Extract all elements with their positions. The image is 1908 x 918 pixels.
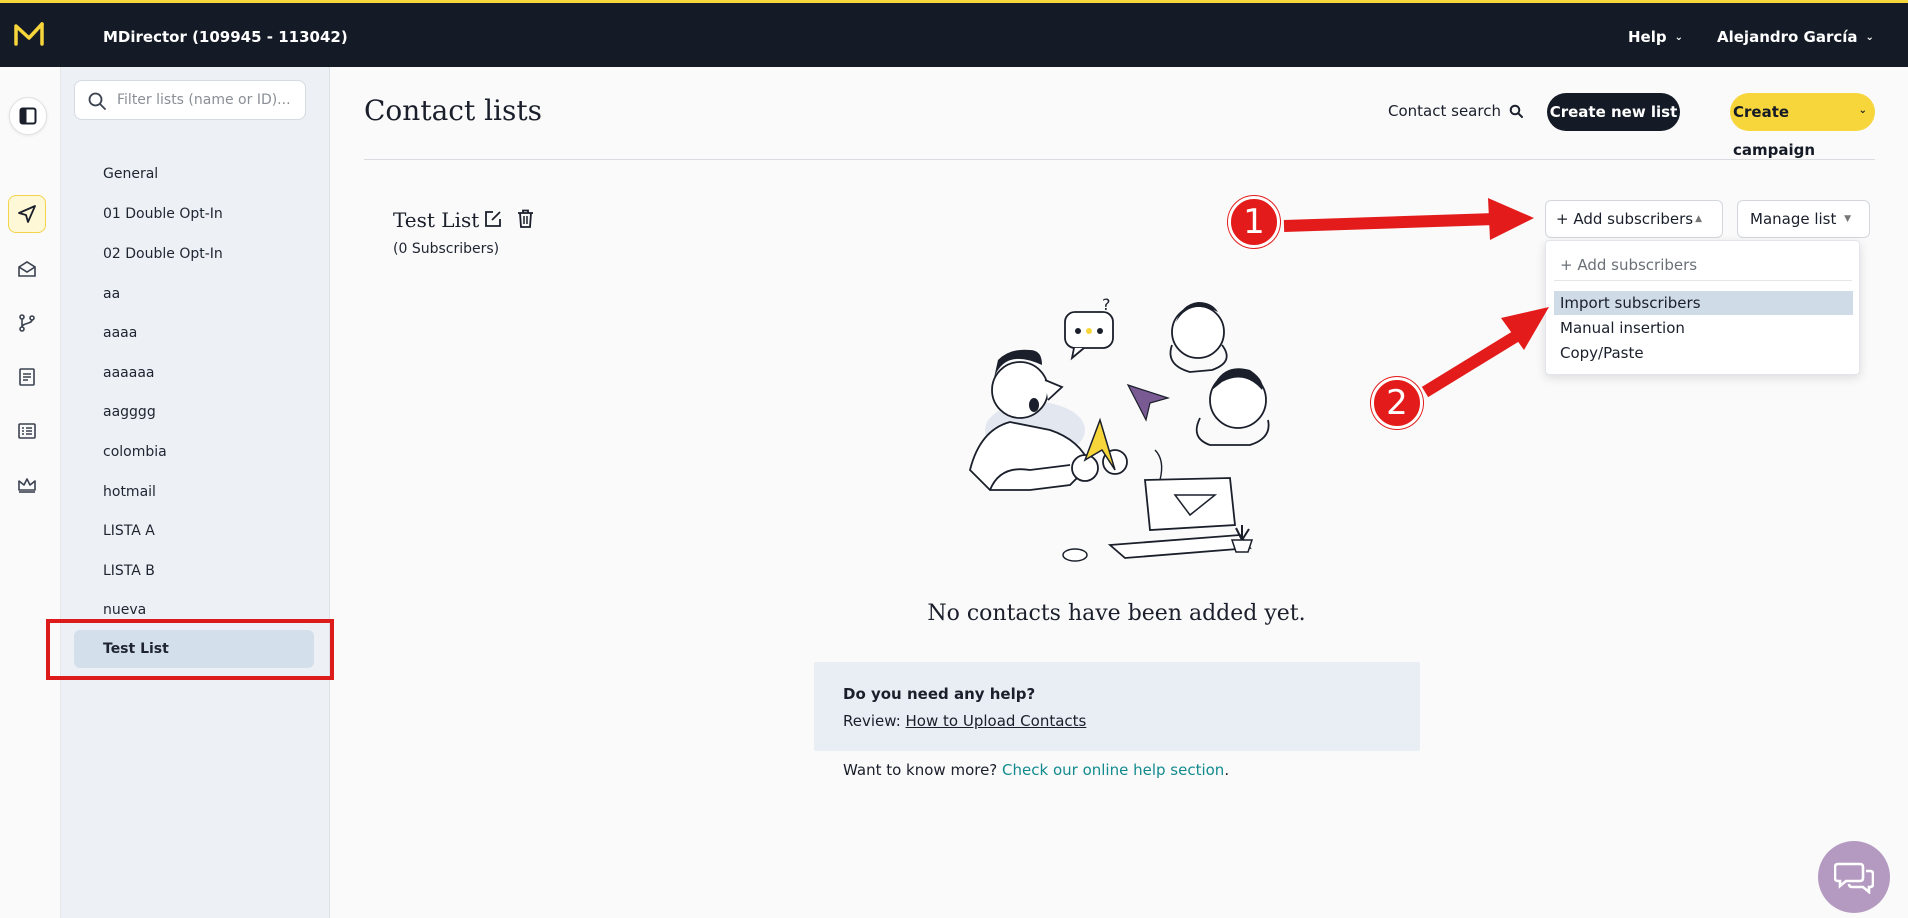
lists-nav[interactable] [8,412,46,450]
contact-search-link[interactable]: Contact search [1388,102,1524,120]
help-review: Review: How to Upload Contacts [843,712,1086,730]
chat-icon [1834,862,1874,894]
list-item-aagggg[interactable]: aagggg [74,393,314,431]
caret-down-icon: ▼ [1844,214,1851,224]
inbox-nav[interactable] [8,250,46,288]
manual-insertion-option[interactable]: Manual insertion [1554,316,1853,340]
list-search[interactable] [74,80,306,120]
send-icon [18,205,36,223]
header-divider [364,159,1875,160]
branch-icon [19,314,35,332]
list-item-aaaa[interactable]: aaaa [74,314,314,352]
page-title: Contact lists [364,94,542,127]
list-name: Test List [393,208,480,232]
more-help-text: Want to know more? Check our online help… [843,761,1229,779]
add-subscribers-label: + Add subscribers [1556,210,1694,228]
contact-search-label: Contact search [1388,102,1501,120]
app-title: MDirector (109945 - 113042) [103,28,348,46]
sidebar-toggle-button[interactable] [9,97,47,135]
create-campaign-label: Create campaign [1733,103,1816,159]
list-item-aaaaaa[interactable]: aaaaaa [74,354,314,392]
add-subscribers-dropdown: + Add subscribers Import subscribers Man… [1545,240,1860,375]
dropdown-divider [1554,280,1852,281]
arrow-1 [1283,213,1496,232]
empty-state-message: No contacts have been added yet. [927,601,1306,626]
templates-nav[interactable] [8,358,46,396]
arrow-2 [1421,329,1522,398]
document-icon [19,368,35,386]
review-prefix: Review: [843,712,906,730]
icon-rail [0,67,61,918]
campaigns-nav[interactable] [8,195,46,233]
annotation-badge-1: 1 [1228,196,1280,248]
help-box: Do you need any help? Review: How to Upl… [814,662,1420,751]
help-title: Do you need any help? [843,685,1036,703]
chevron-down-icon: ⌄ [1858,105,1867,116]
create-campaign-button[interactable]: Create campaign ⌄ [1730,93,1875,159]
online-help-link[interactable]: Check our online help section [1002,761,1224,779]
list-item-colombia[interactable]: colombia [74,433,314,471]
automation-nav[interactable] [8,304,46,342]
top-bar: MDirector (109945 - 113042) Help ⌄ Alejan… [0,0,1908,67]
copy-paste-option[interactable]: Copy/Paste [1554,341,1853,365]
list-icon [18,423,36,439]
list-item-01-double-opt-in[interactable]: 01 Double Opt-In [74,195,314,233]
manage-list-button[interactable]: Manage list ▼ [1737,200,1870,238]
import-subscribers-option[interactable]: Import subscribers [1554,291,1853,315]
help-label: Help [1628,28,1667,46]
manage-list-label: Manage list [1750,210,1837,228]
more-prefix: Want to know more? [843,761,1003,779]
chevron-down-icon: ⌄ [1674,32,1683,43]
edit-icon[interactable] [484,210,502,228]
search-icon [1509,104,1523,118]
list-item-lista-b[interactable]: LISTA B [74,552,314,590]
how-to-upload-contacts-link[interactable]: How to Upload Contacts [906,712,1087,730]
lists-sidebar: General 01 Double Opt-In 02 Double Opt-I… [61,67,330,918]
svg-text:?: ? [1102,295,1111,314]
sidebar-toggle-icon [19,107,37,125]
list-item-lista-a[interactable]: LISTA A [74,512,314,550]
list-item-hotmail[interactable]: hotmail [74,473,314,511]
premium-nav[interactable] [8,466,46,504]
search-icon [88,92,106,110]
list-item-general[interactable]: General [74,155,314,193]
arrow-2-head [1501,307,1549,350]
mdirector-logo[interactable] [14,22,44,46]
subscriber-count: (0 Subscribers) [393,241,500,257]
add-subscribers-button[interactable]: + Add subscribers ▲ [1545,200,1723,238]
empty-state-illustration: ? [969,295,1270,562]
list-item-02-double-opt-in[interactable]: 02 Double Opt-In [74,235,314,273]
mail-open-icon [18,261,36,277]
more-suffix: . [1224,761,1230,779]
annotation-badge-2: 2 [1371,377,1423,429]
user-name: Alejandro García [1717,28,1858,46]
create-new-list-button[interactable]: Create new list [1547,93,1680,131]
arrow-1-head [1488,198,1534,240]
annotation-highlight-box [46,619,334,680]
help-menu[interactable]: Help ⌄ [1628,28,1683,46]
crown-icon [18,478,36,493]
user-menu[interactable]: Alejandro García ⌄ [1717,28,1874,46]
trash-icon[interactable] [517,209,534,228]
chevron-down-icon: ⌄ [1865,32,1874,43]
chat-button[interactable] [1818,841,1890,913]
caret-up-icon: ▲ [1695,214,1702,224]
list-item-aa[interactable]: aa [74,275,314,313]
dropdown-header: + Add subscribers [1560,256,1698,274]
list-search-input[interactable] [117,90,297,110]
